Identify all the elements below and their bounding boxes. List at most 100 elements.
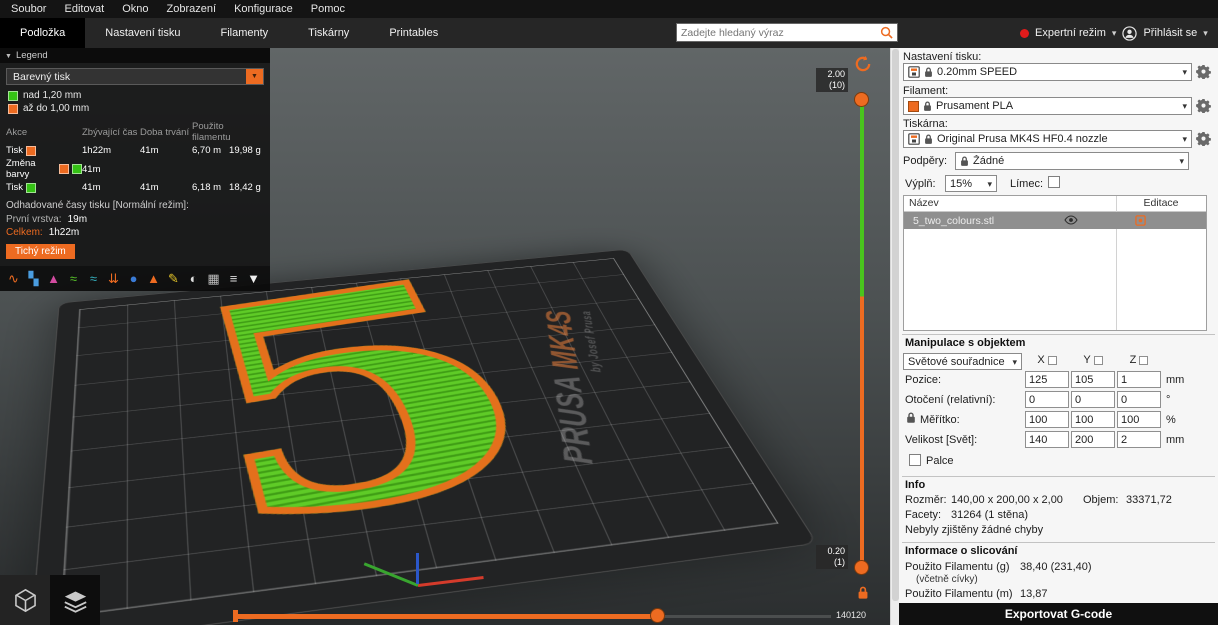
chevron-down-icon[interactable] [1112,27,1117,39]
move-slider-max-label: 140120 [836,610,866,620]
shells-icon[interactable]: ▦ [204,269,223,288]
size-z-input[interactable] [1117,431,1161,448]
export-gcode-button[interactable]: Exportovat G-code [899,603,1218,625]
travels-icon[interactable]: ∿ [4,269,23,288]
menu-pomoc[interactable]: Pomoc [302,0,354,18]
tool-marker-icon[interactable]: ◐ [184,269,203,288]
login-button[interactable]: Přihlásit se [1143,27,1197,39]
printer-icon [908,133,920,145]
print-settings-label: Nastavení tisku: [903,51,981,63]
color-changes-icon[interactable]: ▲ [144,269,163,288]
menu-konfigurace[interactable]: Konfigurace [225,0,302,18]
stealth-mode-button[interactable]: Tichý režim [6,244,75,259]
combo-arrow-icon[interactable] [1179,155,1184,167]
object-settings-icon[interactable] [1135,215,1146,226]
infill-select[interactable]: 15% [945,175,997,192]
preview-view-button[interactable] [50,575,100,625]
combo-arrow-icon[interactable] [1182,100,1187,112]
scale-x-input[interactable] [1025,411,1069,428]
combo-arrow-icon[interactable] [987,178,992,190]
supports-select[interactable]: Žádné [955,152,1189,170]
sidebar-scrollbar[interactable] [890,48,899,625]
legend-panel: Legend Barevný tisk nad 1,20 mm až do 1,… [0,48,270,291]
mode-selector-label[interactable]: Expertní režim [1035,27,1106,39]
position-y-input[interactable] [1071,371,1115,388]
filament-length: 6,18 m [192,182,221,193]
3d-viewport[interactable]: 5 PRUSA MK4S by Josef Prusa Legend Barev… [0,48,890,625]
axis-drop-icon[interactable] [1094,356,1103,365]
print-settings-gear-button[interactable] [1195,64,1212,81]
axis-drop-icon[interactable] [1048,356,1057,365]
scale-z-input[interactable] [1117,411,1161,428]
size-y-input[interactable] [1071,431,1115,448]
print-settings-select[interactable]: 0.20mm SPEED [903,63,1192,81]
collapse-triangle-icon[interactable] [5,50,12,61]
printer-gear-button[interactable] [1195,131,1212,148]
inches-checkbox[interactable] [909,454,921,466]
move-slider-handle[interactable] [650,608,665,623]
layer-slider-lower-handle[interactable] [854,560,869,575]
menu-zobrazeni[interactable]: Zobrazení [158,0,226,18]
color-swatch-green [26,183,36,193]
wipe-icon[interactable]: ● [124,269,143,288]
rotation-x-input[interactable] [1025,391,1069,408]
coordinate-system-select[interactable]: Světové souřadnice [903,353,1022,370]
dropdown-arrow-icon[interactable] [246,69,263,84]
custom-gcode-icon[interactable]: ✎ [164,269,183,288]
scale-y-input[interactable] [1071,411,1115,428]
menu-editovat[interactable]: Editovat [55,0,113,18]
combo-arrow-icon[interactable] [1182,66,1187,78]
legend-range-row: nad 1,20 mm [0,89,270,102]
tab-nastaveni-tisku[interactable]: Nastavení tisku [85,18,200,48]
tab-printables[interactable]: Printables [369,18,458,48]
speed-icon[interactable]: ≈ [84,269,103,288]
reset-layer-range-icon[interactable] [854,55,872,73]
printhead-icon[interactable]: ▼ [244,269,263,288]
object-row-selected[interactable]: 5_two_colours.stl [904,212,1206,229]
uniform-scale-lock-icon[interactable] [906,412,916,424]
filament-select[interactable]: Prusament PLA [903,97,1192,115]
editor-view-button[interactable] [0,575,50,625]
combo-arrow-icon[interactable] [1182,133,1187,145]
seams-icon[interactable]: ▲ [44,269,63,288]
tab-tiskarny[interactable]: Tiskárny [288,18,369,48]
rotation-y-input[interactable] [1071,391,1115,408]
chevron-down-icon[interactable] [1203,27,1208,39]
filament-gear-button[interactable] [1195,98,1212,115]
axis-drop-icon[interactable] [1139,356,1148,365]
tab-podlozka[interactable]: Podložka [0,18,85,48]
duration-value: 41m [140,182,192,193]
size-x-input[interactable] [1025,431,1069,448]
axis-y-label: Y [1083,354,1090,366]
layer-slider-lock-icon[interactable] [857,586,869,600]
tab-filamenty[interactable]: Filamenty [200,18,288,48]
printer-select[interactable]: Original Prusa MK4S HF0.4 nozzle [903,130,1192,148]
object-list-header: Název Editace [904,196,1206,212]
flow-icon[interactable]: ≈ [64,269,83,288]
axis-x-label: X [1037,354,1044,366]
rotation-z-input[interactable] [1117,391,1161,408]
legend-view-select[interactable]: Barevný tisk [6,68,264,85]
layer-slider-track[interactable] [860,100,864,568]
scrollbar-thumb[interactable] [892,49,899,601]
search-icon[interactable] [880,26,893,39]
move-slider-left-cap[interactable] [233,610,238,622]
filament-label: Filament: [903,85,948,97]
layer-slider-upper-handle[interactable] [854,92,869,107]
legend-lines-icon[interactable]: ≡ [224,269,243,288]
search-input[interactable] [681,27,877,39]
menu-soubor[interactable]: Soubor [2,0,55,18]
combo-arrow-icon[interactable] [1012,356,1017,368]
eye-visibility-icon[interactable] [1064,215,1078,225]
legend-header[interactable]: Legend [0,48,270,63]
axis-x-header: X [1025,354,1069,366]
section-divider [902,334,1215,335]
profile-icon [908,66,920,78]
edit-column-header: Editace [1116,196,1206,211]
tool-colors-icon[interactable]: ▚ [24,269,43,288]
brim-checkbox[interactable] [1048,176,1060,188]
position-x-input[interactable] [1025,371,1069,388]
menu-okno[interactable]: Okno [113,0,157,18]
retractions-icon[interactable]: ⇊ [104,269,123,288]
position-z-input[interactable] [1117,371,1161,388]
